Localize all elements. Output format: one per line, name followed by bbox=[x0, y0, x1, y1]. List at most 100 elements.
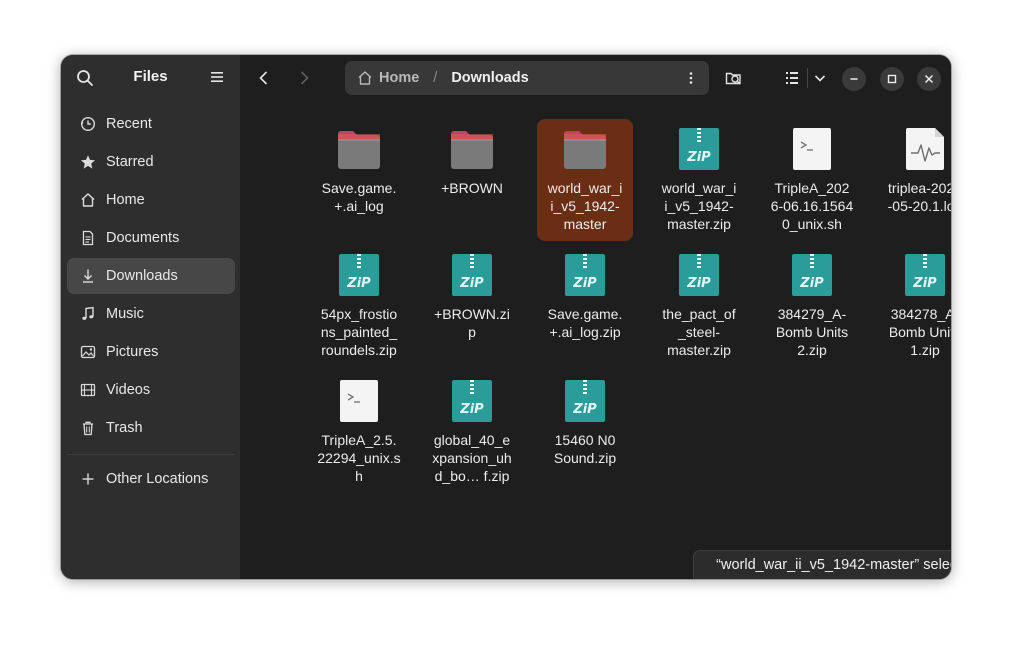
svg-text:ZiP: ZiP bbox=[799, 276, 824, 291]
sidebar-item-label: Trash bbox=[106, 420, 143, 436]
close-icon bbox=[924, 74, 934, 84]
minimize-button[interactable] bbox=[842, 67, 866, 91]
back-arrow-icon[interactable] bbox=[254, 68, 274, 88]
zip-archive-icon: ZiP bbox=[561, 251, 609, 299]
search-folder-icon[interactable] bbox=[724, 68, 744, 88]
list-view-icon[interactable] bbox=[782, 68, 802, 88]
file-item[interactable]: ZiP +BROWN.zi p bbox=[424, 245, 520, 349]
svg-text:ZiP: ZiP bbox=[346, 276, 371, 291]
files-window: Files Recent Starred Home Documents Down… bbox=[61, 55, 951, 579]
download-icon bbox=[83, 269, 93, 283]
file-name: world_war_i i_v5_1942- master.zip bbox=[661, 180, 737, 232]
path-bar[interactable]: Home / Downloads bbox=[345, 61, 709, 95]
file-name: Save.game. +.ai_log bbox=[321, 180, 397, 214]
home-icon bbox=[81, 193, 95, 207]
sidebar-item-home[interactable]: Home bbox=[67, 182, 235, 218]
sidebar-item-label: Documents bbox=[106, 230, 180, 246]
document-icon bbox=[82, 230, 94, 246]
file-item[interactable]: ZiP Save.game. +.ai_log.zip bbox=[537, 245, 633, 349]
header-bar: Home / Downloads bbox=[240, 55, 951, 101]
home-icon bbox=[358, 71, 372, 85]
sidebar-item-videos[interactable]: Videos bbox=[67, 372, 235, 408]
zip-archive-icon: ZiP bbox=[675, 125, 723, 173]
file-name: 384278_A- Bomb Units 1.zip bbox=[888, 306, 951, 358]
sidebar-item-music[interactable]: Music bbox=[67, 296, 235, 332]
folder-icon bbox=[561, 125, 609, 173]
shell-script-icon bbox=[788, 125, 836, 173]
folder-icon bbox=[448, 125, 496, 173]
file-item[interactable]: ZiP 384278_A- Bomb Units 1.zip bbox=[877, 245, 951, 367]
file-item[interactable]: +BROWN bbox=[424, 119, 520, 205]
file-item[interactable]: TripleA_2.5. 22294_unix.s h bbox=[311, 371, 407, 493]
log-file-icon bbox=[901, 125, 949, 173]
zip-archive-icon: ZiP bbox=[675, 251, 723, 299]
breadcrumb-current[interactable]: Downloads bbox=[451, 70, 528, 86]
folder-icon bbox=[335, 125, 383, 173]
path-menu-kebab-icon[interactable] bbox=[683, 70, 699, 86]
sidebar-item-trash[interactable]: Trash bbox=[67, 410, 235, 446]
maximize-icon bbox=[887, 74, 897, 84]
file-item[interactable]: world_war_i i_v5_1942- master bbox=[537, 119, 633, 241]
file-name: global_40_e xpansion_uh d_bo… f.zip bbox=[432, 432, 512, 484]
sidebar-item-label: Videos bbox=[106, 382, 151, 398]
sidebar-item-recent[interactable]: Recent bbox=[67, 106, 235, 142]
file-name: 15460 N0 Sound.zip bbox=[553, 432, 617, 466]
zip-archive-icon: ZiP bbox=[335, 251, 383, 299]
maximize-button[interactable] bbox=[880, 67, 904, 91]
forward-arrow-icon[interactable] bbox=[294, 68, 314, 88]
file-name: TripleA_202 6-06.16.1564 0_unix.sh bbox=[770, 180, 854, 232]
sidebar-item-label: Recent bbox=[106, 116, 152, 132]
status-overlay: “world_war_ii_v5_1942-master” selected (… bbox=[693, 550, 951, 579]
file-name: 384279_A- Bomb Units 2.zip bbox=[775, 306, 849, 358]
file-item[interactable]: triplea-2026 -05-20.1.log bbox=[877, 119, 951, 223]
clock-icon bbox=[80, 116, 96, 132]
file-item[interactable]: ZiP 15460 N0 Sound.zip bbox=[537, 371, 633, 475]
file-item[interactable]: ZiP global_40_e xpansion_uh d_bo… f.zip bbox=[424, 371, 520, 493]
sidebar-item-other-locations[interactable]: Other Locations bbox=[67, 461, 235, 497]
svg-text:ZiP: ZiP bbox=[912, 276, 937, 291]
svg-text:ZiP: ZiP bbox=[459, 276, 484, 291]
zip-archive-icon: ZiP bbox=[561, 377, 609, 425]
file-item[interactable]: Save.game. +.ai_log bbox=[311, 119, 407, 223]
file-item[interactable]: ZiP world_war_i i_v5_1942- master.zip bbox=[651, 119, 747, 241]
file-name: world_war_i i_v5_1942- master bbox=[547, 180, 623, 232]
sidebar-places: Recent Starred Home Documents Downloads … bbox=[67, 106, 235, 448]
svg-text:ZiP: ZiP bbox=[686, 276, 711, 291]
zip-archive-icon: ZiP bbox=[448, 251, 496, 299]
file-item[interactable]: ZiP 384279_A- Bomb Units 2.zip bbox=[764, 245, 860, 367]
minimize-icon bbox=[850, 78, 858, 80]
file-name: 54px_frostio ns_painted_ roundels.zip bbox=[320, 306, 398, 358]
svg-text:ZiP: ZiP bbox=[572, 402, 597, 417]
file-name: TripleA_2.5. 22294_unix.s h bbox=[317, 432, 401, 484]
shell-script-icon bbox=[335, 377, 383, 425]
zip-archive-icon: ZiP bbox=[448, 377, 496, 425]
sidebar-item-downloads[interactable]: Downloads bbox=[67, 258, 235, 294]
sidebar-item-starred[interactable]: Starred bbox=[67, 144, 235, 180]
sidebar-item-pictures[interactable]: Pictures bbox=[67, 334, 235, 370]
chevron-down-icon[interactable] bbox=[810, 68, 830, 88]
sidebar-header: Files bbox=[61, 55, 240, 101]
file-item[interactable]: TripleA_202 6-06.16.1564 0_unix.sh bbox=[764, 119, 860, 241]
file-item[interactable]: ZiP the_pact_of _steel- master.zip bbox=[651, 245, 747, 367]
hamburger-menu-icon[interactable] bbox=[209, 69, 225, 85]
music-icon bbox=[82, 306, 94, 320]
zip-archive-icon: ZiP bbox=[788, 251, 836, 299]
sidebar-divider bbox=[67, 454, 235, 455]
svg-text:ZiP: ZiP bbox=[686, 150, 711, 165]
file-name: the_pact_of _steel- master.zip bbox=[662, 306, 736, 358]
sidebar-item-documents[interactable]: Documents bbox=[67, 220, 235, 256]
breadcrumb-separator: / bbox=[433, 70, 438, 86]
file-item[interactable]: ZiP 54px_frostio ns_painted_ roundels.zip bbox=[311, 245, 407, 367]
sidebar-item-label: Other Locations bbox=[106, 471, 209, 487]
zip-archive-icon: ZiP bbox=[901, 251, 949, 299]
breadcrumb-home[interactable]: Home bbox=[379, 70, 419, 86]
picture-icon bbox=[80, 345, 96, 359]
sidebar-item-label: Home bbox=[106, 192, 145, 208]
sidebar-item-label: Downloads bbox=[106, 268, 178, 284]
svg-text:ZiP: ZiP bbox=[572, 276, 597, 291]
file-name: triplea-2026 -05-20.1.log bbox=[887, 180, 951, 214]
sidebar-item-label: Starred bbox=[106, 154, 154, 170]
trash-icon bbox=[83, 421, 93, 436]
svg-text:ZiP: ZiP bbox=[459, 402, 484, 417]
close-button[interactable] bbox=[917, 67, 941, 91]
